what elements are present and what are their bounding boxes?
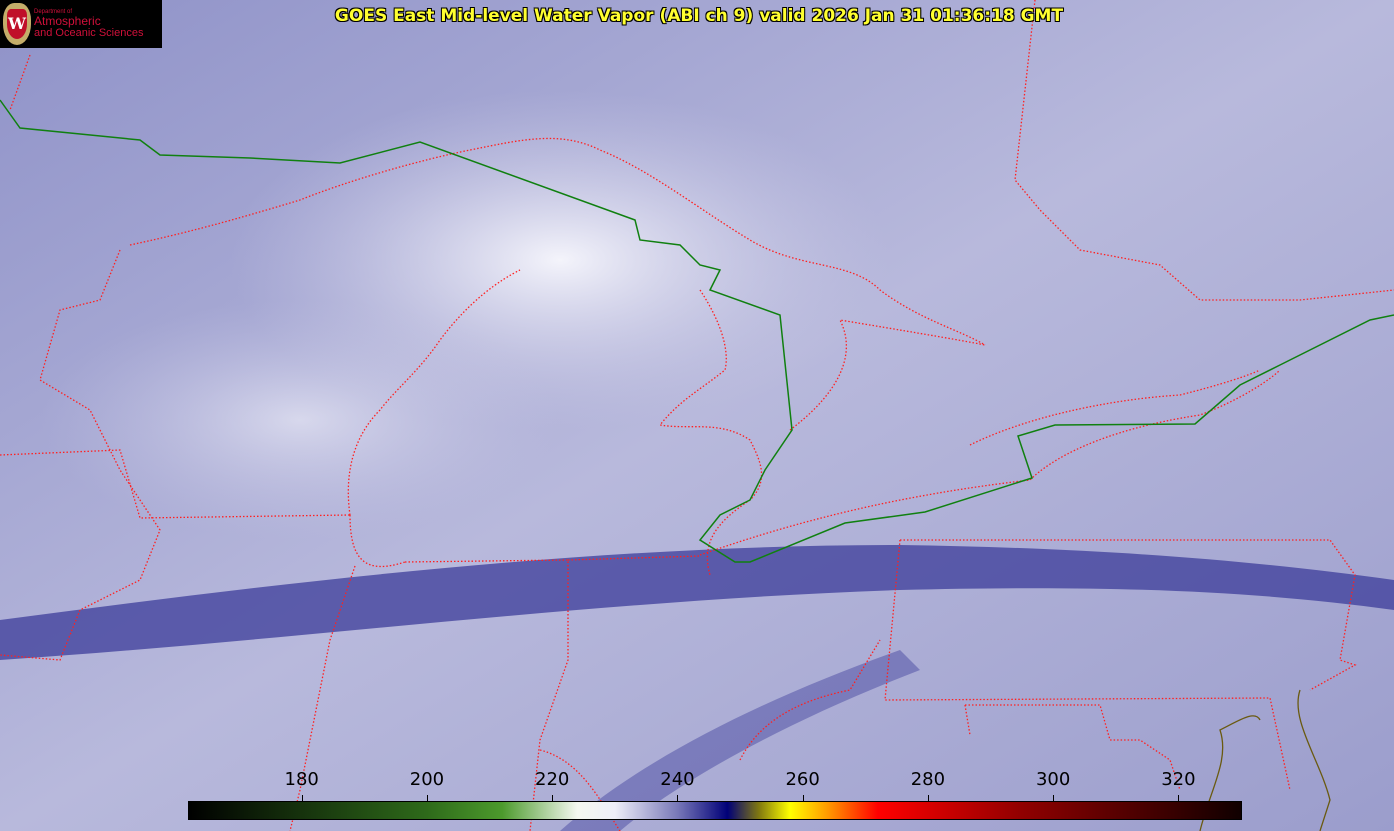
logo-line3: and Oceanic Sciences [34,26,144,39]
image-title: GOES East Mid-level Water Vapor (ABI ch … [334,6,1064,26]
colorbar-tick-label: 300 [1035,769,1071,790]
colorbar-tick-label: 220 [535,769,570,790]
water-vapor-map [0,0,1394,831]
colorbar-tick-label: 240 [660,769,695,790]
colorbar-tick-label: 260 [785,769,820,790]
colorbar-tick-label: 200 [409,769,445,790]
colorbar-tick-label: 180 [284,769,319,790]
colorbar-tick-label: 320 [1161,769,1196,790]
temperature-colorbar [188,801,1242,820]
colorbar-tick-label: 280 [910,769,946,790]
bright-cloud-region [40,300,560,540]
